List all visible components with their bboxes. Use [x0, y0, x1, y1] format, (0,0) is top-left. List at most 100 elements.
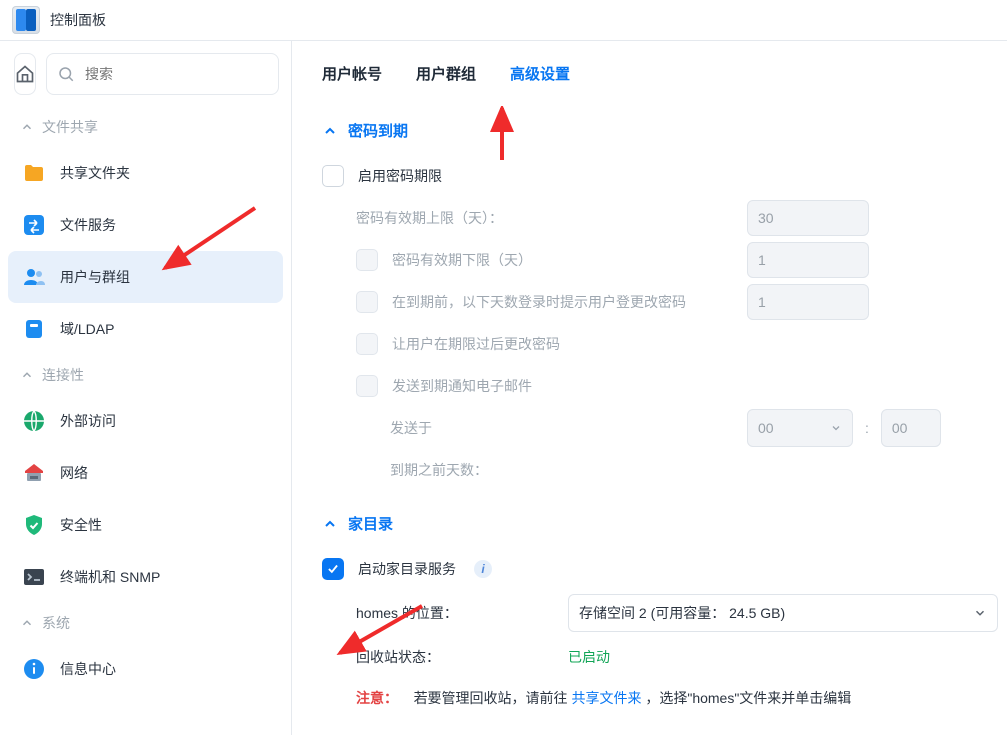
select-send-at-hour[interactable]: 00 [747, 409, 853, 447]
checkbox-enable-home[interactable] [322, 558, 344, 580]
tab-advanced[interactable]: 高级设置 [510, 63, 570, 88]
checkbox-allow-change-after[interactable] [356, 333, 378, 355]
row-home-note: 注意： 若要管理回收站，请前往 共享文件来 ，选择"homes"文件来并单击编辑 [322, 678, 977, 720]
app-title: 控制面板 [50, 10, 106, 30]
note-body-1: 若要管理回收站，请前往 [414, 690, 568, 706]
sidebar-item-label: 终端机和 SNMP [60, 567, 160, 587]
search-input[interactable] [83, 65, 268, 83]
sidebar-item-security[interactable]: 安全性 [8, 499, 283, 551]
sidebar-group-system[interactable]: 系统 [8, 603, 283, 643]
input-min-days[interactable]: 1 [747, 242, 869, 278]
label-enable-password-expiry: 启用密码期限 [358, 166, 442, 186]
checkbox-enable-password-expiry[interactable] [322, 165, 344, 187]
book-icon [20, 315, 48, 343]
label-enable-home: 启动家目录服务 [358, 559, 456, 579]
sidebar-group-label: 连接性 [42, 365, 84, 385]
titlebar: 控制面板 [0, 0, 1007, 40]
label-days-before: 到期之前天数： [390, 460, 488, 480]
input-max-days[interactable]: 30 [747, 200, 869, 236]
chevron-up-icon [20, 120, 34, 134]
search-icon [57, 65, 75, 83]
content[interactable]: 密码到期 启用密码期限 密码有效期上限（天）： 30 密码有效期下限（天） 1 [292, 106, 1007, 735]
info-icon [20, 655, 48, 683]
shield-icon [20, 511, 48, 539]
checkbox-min-days[interactable] [356, 249, 378, 271]
sidebar-item-label: 共享文件夹 [60, 163, 130, 183]
sidebar-item-label: 用户与群组 [60, 267, 130, 287]
label-homes-location: homes 的位置： [356, 603, 556, 623]
chevron-down-icon [830, 422, 842, 434]
row-homes-location: homes 的位置： 存储空间 2 (可用容量： 24.5 GB) [322, 590, 977, 636]
checkbox-warn-days[interactable] [356, 291, 378, 313]
row-days-before: 到期之前天数： [322, 449, 977, 491]
label-warn-days: 在到期前，以下天数登录时提示用户登更改密码 [392, 292, 752, 312]
info-icon[interactable]: i [474, 560, 492, 578]
sidebar-item-external-access[interactable]: 外部访问 [8, 395, 283, 447]
note-prefix: 注意： [356, 690, 398, 706]
tab-user-group[interactable]: 用户群组 [416, 63, 476, 88]
sidebar-item-label: 安全性 [60, 515, 102, 535]
select-homes-location[interactable]: 存储空间 2 (可用容量： 24.5 GB) [568, 594, 998, 632]
select-send-at-min[interactable]: 00 [881, 409, 941, 447]
sidebar-item-file-services[interactable]: 文件服务 [8, 199, 283, 251]
row-send-at: 发送于 00 : 00 [322, 407, 977, 449]
home-icon [15, 64, 35, 84]
row-enable-home: 启动家目录服务 i [322, 548, 977, 590]
check-icon [326, 562, 340, 576]
sidebar-group-file-share[interactable]: 文件共享 [8, 107, 283, 147]
sidebar-item-domain-ldap[interactable]: 域/LDAP [8, 303, 283, 355]
chevron-up-icon [20, 368, 34, 382]
chevron-up-icon [322, 516, 338, 532]
home-button[interactable] [14, 53, 36, 95]
terminal-icon [20, 563, 48, 591]
network-icon [20, 459, 48, 487]
chevron-up-icon [20, 616, 34, 630]
section-password-expiry[interactable]: 密码到期 [322, 106, 977, 155]
sidebar: 文件共享 共享文件夹 文件服务 [0, 41, 292, 735]
sidebar-item-label: 外部访问 [60, 411, 116, 431]
sidebar-group-label: 系统 [42, 613, 70, 633]
value-recycle-status: 已启动 [568, 647, 610, 667]
label-min-days: 密码有效期下限（天） [392, 250, 752, 270]
row-send-email: 发送到期通知电子邮件 [322, 365, 977, 407]
sidebar-item-label: 域/LDAP [60, 319, 114, 339]
input-warn-days[interactable]: 1 [747, 284, 869, 320]
section-title: 密码到期 [348, 120, 408, 141]
transfer-icon [20, 211, 48, 239]
row-max-days: 密码有效期上限（天）： 30 [322, 197, 977, 239]
note-link-shared-folder[interactable]: 共享文件来 [571, 690, 641, 706]
section-title: 家目录 [348, 513, 393, 534]
sidebar-item-label: 文件服务 [60, 215, 116, 235]
users-icon [20, 263, 48, 291]
note-body-2: ，选择"homes"文件来并单击编辑 [645, 690, 851, 706]
sidebar-item-label: 网络 [60, 463, 88, 483]
sidebar-item-network[interactable]: 网络 [8, 447, 283, 499]
chevron-down-icon [973, 606, 987, 620]
row-min-days: 密码有效期下限（天） 1 [322, 239, 977, 281]
sidebar-scroll[interactable]: 文件共享 共享文件夹 文件服务 [0, 107, 291, 735]
label-allow-change-after: 让用户在期限过后更改密码 [392, 334, 560, 354]
sidebar-group-label: 文件共享 [42, 117, 98, 137]
sidebar-item-terminal-snmp[interactable]: 终端机和 SNMP [8, 551, 283, 603]
folder-icon [20, 159, 48, 187]
globe-icon [20, 407, 48, 435]
sidebar-item-shared-folder[interactable]: 共享文件夹 [8, 147, 283, 199]
time-colon: : [865, 420, 869, 436]
row-warn-days: 在到期前，以下天数登录时提示用户登更改密码 1 [322, 281, 977, 323]
chevron-up-icon [322, 123, 338, 139]
label-max-days: 密码有效期上限（天）： [356, 208, 756, 228]
sidebar-group-connectivity[interactable]: 连接性 [8, 355, 283, 395]
sidebar-item-label: 信息中心 [60, 659, 116, 679]
label-send-email: 发送到期通知电子邮件 [392, 376, 532, 396]
section-home[interactable]: 家目录 [322, 499, 977, 548]
row-recycle-status: 回收站状态： 已启动 [322, 636, 977, 678]
sidebar-item-user-group[interactable]: 用户与群组 [8, 251, 283, 303]
checkbox-send-email[interactable] [356, 375, 378, 397]
app-icon [12, 6, 40, 34]
tab-user-account[interactable]: 用户帐号 [322, 63, 382, 88]
main: 用户帐号 用户群组 高级设置 密码到期 启用密码期限 [292, 41, 1007, 735]
row-allow-change-after: 让用户在期限过后更改密码 [322, 323, 977, 365]
sidebar-item-info-center[interactable]: 信息中心 [8, 643, 283, 695]
row-enable-password-expiry: 启用密码期限 [322, 155, 977, 197]
search-field[interactable] [46, 53, 279, 95]
